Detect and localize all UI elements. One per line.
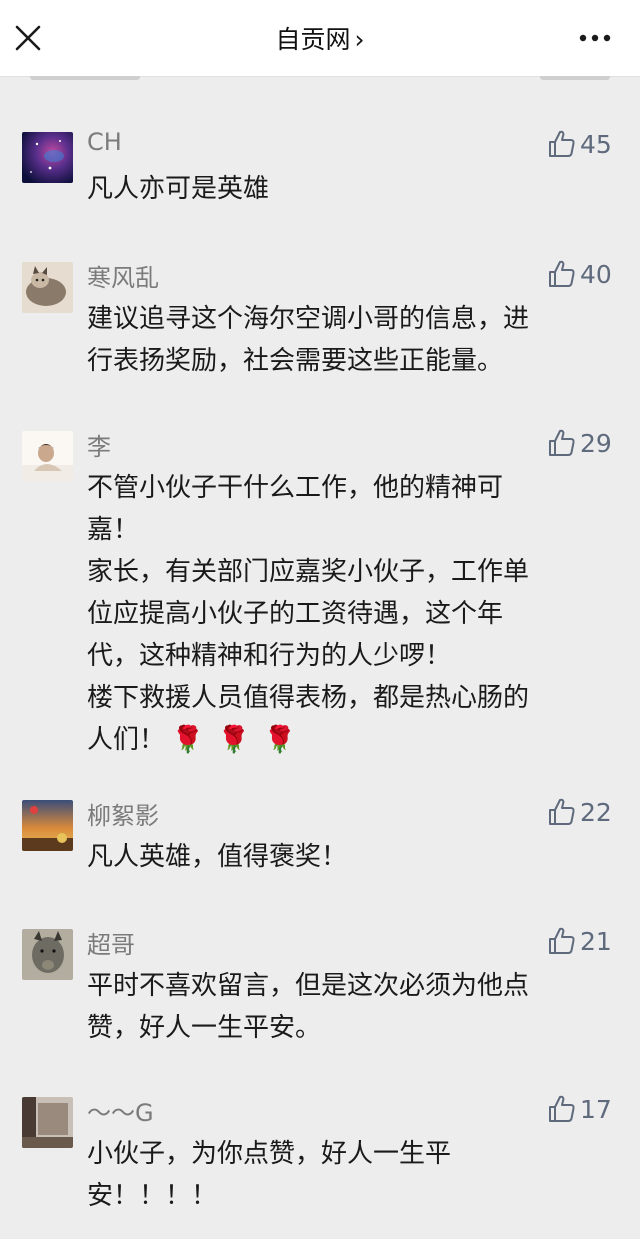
comment-author[interactable]: 寒风乱 xyxy=(87,258,159,293)
rose-emoji: 🌹 xyxy=(217,725,251,755)
like-count: 45 xyxy=(580,129,612,159)
like-count: 22 xyxy=(580,797,612,827)
thumbs-up-icon xyxy=(549,429,575,456)
comment-text: 凡人英雄，值得褒奖！ xyxy=(87,842,348,872)
comment-text: 平时不喜欢留言，但是这次必须为他点 赞，好人一生平安。 xyxy=(87,971,530,1043)
avatar[interactable] xyxy=(22,800,73,851)
avatar[interactable] xyxy=(22,262,73,313)
more-icon xyxy=(579,34,611,42)
like-button[interactable]: 22 xyxy=(546,796,612,828)
avatar[interactable] xyxy=(22,431,73,482)
comment-author[interactable]: 超哥 xyxy=(87,925,135,960)
nav-bar: 自贡网 › xyxy=(0,0,640,77)
account-title-link[interactable]: 自贡网 › xyxy=(0,20,640,56)
thumbs-up-icon xyxy=(549,1095,575,1122)
like-button[interactable]: 17 xyxy=(546,1093,612,1125)
comment-author[interactable]: ～～G xyxy=(87,1093,154,1128)
avatar[interactable] xyxy=(22,132,73,183)
comment-text-body: 不管小伙子干什么工作，他的精神可 嘉！ 家长，有关部门应嘉奖小伙子，工作单 位应… xyxy=(87,473,530,755)
page-title: 自贡网 xyxy=(275,25,351,54)
like-button[interactable]: 21 xyxy=(546,925,612,957)
like-count: 21 xyxy=(580,926,612,956)
like-button[interactable]: 29 xyxy=(546,427,612,459)
comment-text: 建议追寻这个海尔空调小哥的信息，进 行表扬奖励，社会需要这些正能量。 xyxy=(87,304,530,376)
like-button[interactable]: 40 xyxy=(546,258,612,290)
thumbs-up-icon xyxy=(549,927,575,954)
thumbs-up-icon xyxy=(549,130,575,157)
more-button[interactable] xyxy=(574,22,616,54)
chevron-right-icon: › xyxy=(354,25,365,54)
thumbs-up-icon xyxy=(549,260,575,287)
comment-text: 凡人亦可是英雄 xyxy=(87,174,270,204)
like-button[interactable]: 45 xyxy=(546,128,612,160)
cut-off-previous-row xyxy=(0,76,640,82)
comment-author[interactable]: 柳絮影 xyxy=(87,796,159,831)
like-count: 40 xyxy=(580,259,612,289)
comment-text: 小伙子，为你点赞，好人一生平 安！！！！ xyxy=(87,1139,452,1211)
avatar[interactable] xyxy=(22,929,73,980)
like-count: 17 xyxy=(580,1094,612,1124)
comment-author[interactable]: CH xyxy=(87,128,122,156)
like-count: 29 xyxy=(580,428,612,458)
rose-emoji: 🌹 xyxy=(171,725,205,755)
thumbs-up-icon xyxy=(549,798,575,825)
rose-emoji: 🌹 xyxy=(263,725,297,755)
comment-author[interactable]: 李 xyxy=(87,427,111,462)
avatar[interactable] xyxy=(22,1097,73,1148)
comment-text: 不管小伙子干什么工作，他的精神可 嘉！ 家长，有关部门应嘉奖小伙子，工作单 位应… xyxy=(87,467,597,761)
